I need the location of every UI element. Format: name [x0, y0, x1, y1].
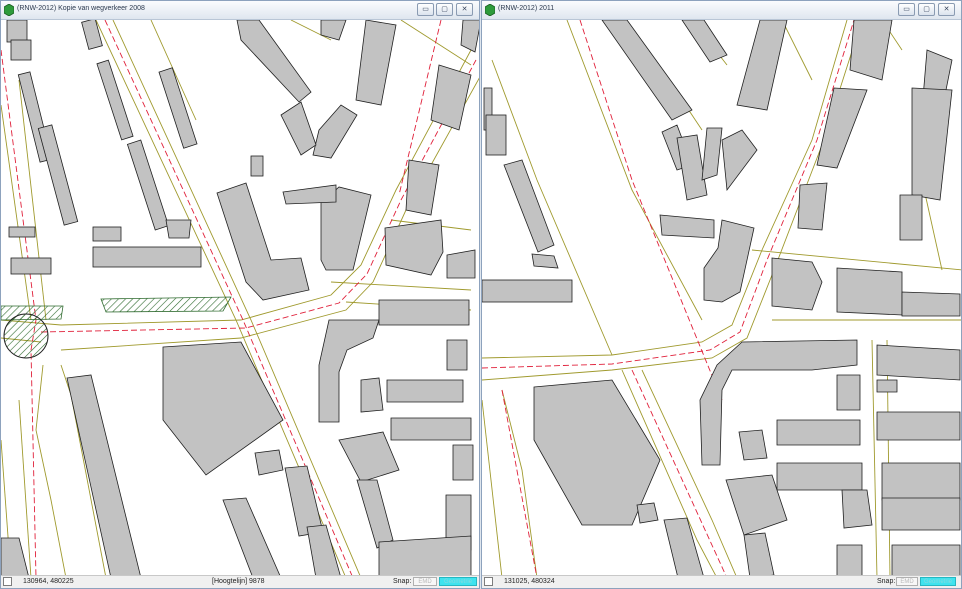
map-window-right[interactable]: (RNW-2012) 2011 ▭ ▢ ✕ 131025, 480324 Sna…: [481, 0, 962, 589]
coordinates-readout: 131025, 480324: [504, 578, 555, 585]
snap-label: Snap:: [877, 578, 896, 585]
status-bar: 131025, 480324 Snap: EMD Geometrie: [482, 575, 961, 588]
snap-geometry-toggle[interactable]: Geometrie: [439, 577, 477, 586]
road-centerlines: [1, 20, 477, 576]
pointer-tool-icon[interactable]: [3, 577, 12, 586]
close-button[interactable]: ✕: [938, 3, 955, 16]
app-icon: [4, 4, 14, 16]
maximize-button[interactable]: ▢: [918, 3, 935, 16]
map-window-left[interactable]: (RNW-2012) Kopie van wegverkeer 2008 ▭ ▢…: [0, 0, 480, 589]
coordinates-readout: 130964, 480225: [23, 578, 74, 585]
window-title: (RNW-2012) Kopie van wegverkeer 2008: [17, 5, 145, 12]
snap-label: Snap:: [393, 578, 412, 585]
minimize-button[interactable]: ▭: [417, 3, 434, 16]
close-button[interactable]: ✕: [456, 3, 473, 16]
maximize-button[interactable]: ▢: [436, 3, 453, 16]
layer-info: [Hoogtelijn] 9878: [212, 578, 265, 585]
title-bar[interactable]: (RNW-2012) Kopie van wegverkeer 2008 ▭ ▢…: [1, 1, 479, 20]
status-bar: 130964, 480225 [Hoogtelijn] 9878 Snap: E…: [1, 575, 479, 588]
buildings: [1, 20, 479, 576]
title-bar[interactable]: (RNW-2012) 2011 ▭ ▢ ✕: [482, 1, 961, 20]
pointer-tool-icon[interactable]: [484, 577, 493, 586]
snap-geometry-toggle[interactable]: Geometrie: [920, 577, 956, 586]
map-view[interactable]: [482, 20, 961, 576]
map-canvas[interactable]: [482, 20, 961, 576]
road-edges: [1, 20, 479, 576]
minimize-button[interactable]: ▭: [898, 3, 915, 16]
window-title: (RNW-2012) 2011: [498, 5, 555, 12]
app-icon: [485, 4, 495, 16]
map-view[interactable]: [1, 20, 479, 576]
buildings: [482, 20, 961, 576]
snap-emd-toggle[interactable]: EMD: [413, 577, 437, 586]
snap-emd-toggle[interactable]: EMD: [896, 577, 918, 586]
map-canvas[interactable]: [1, 20, 479, 576]
